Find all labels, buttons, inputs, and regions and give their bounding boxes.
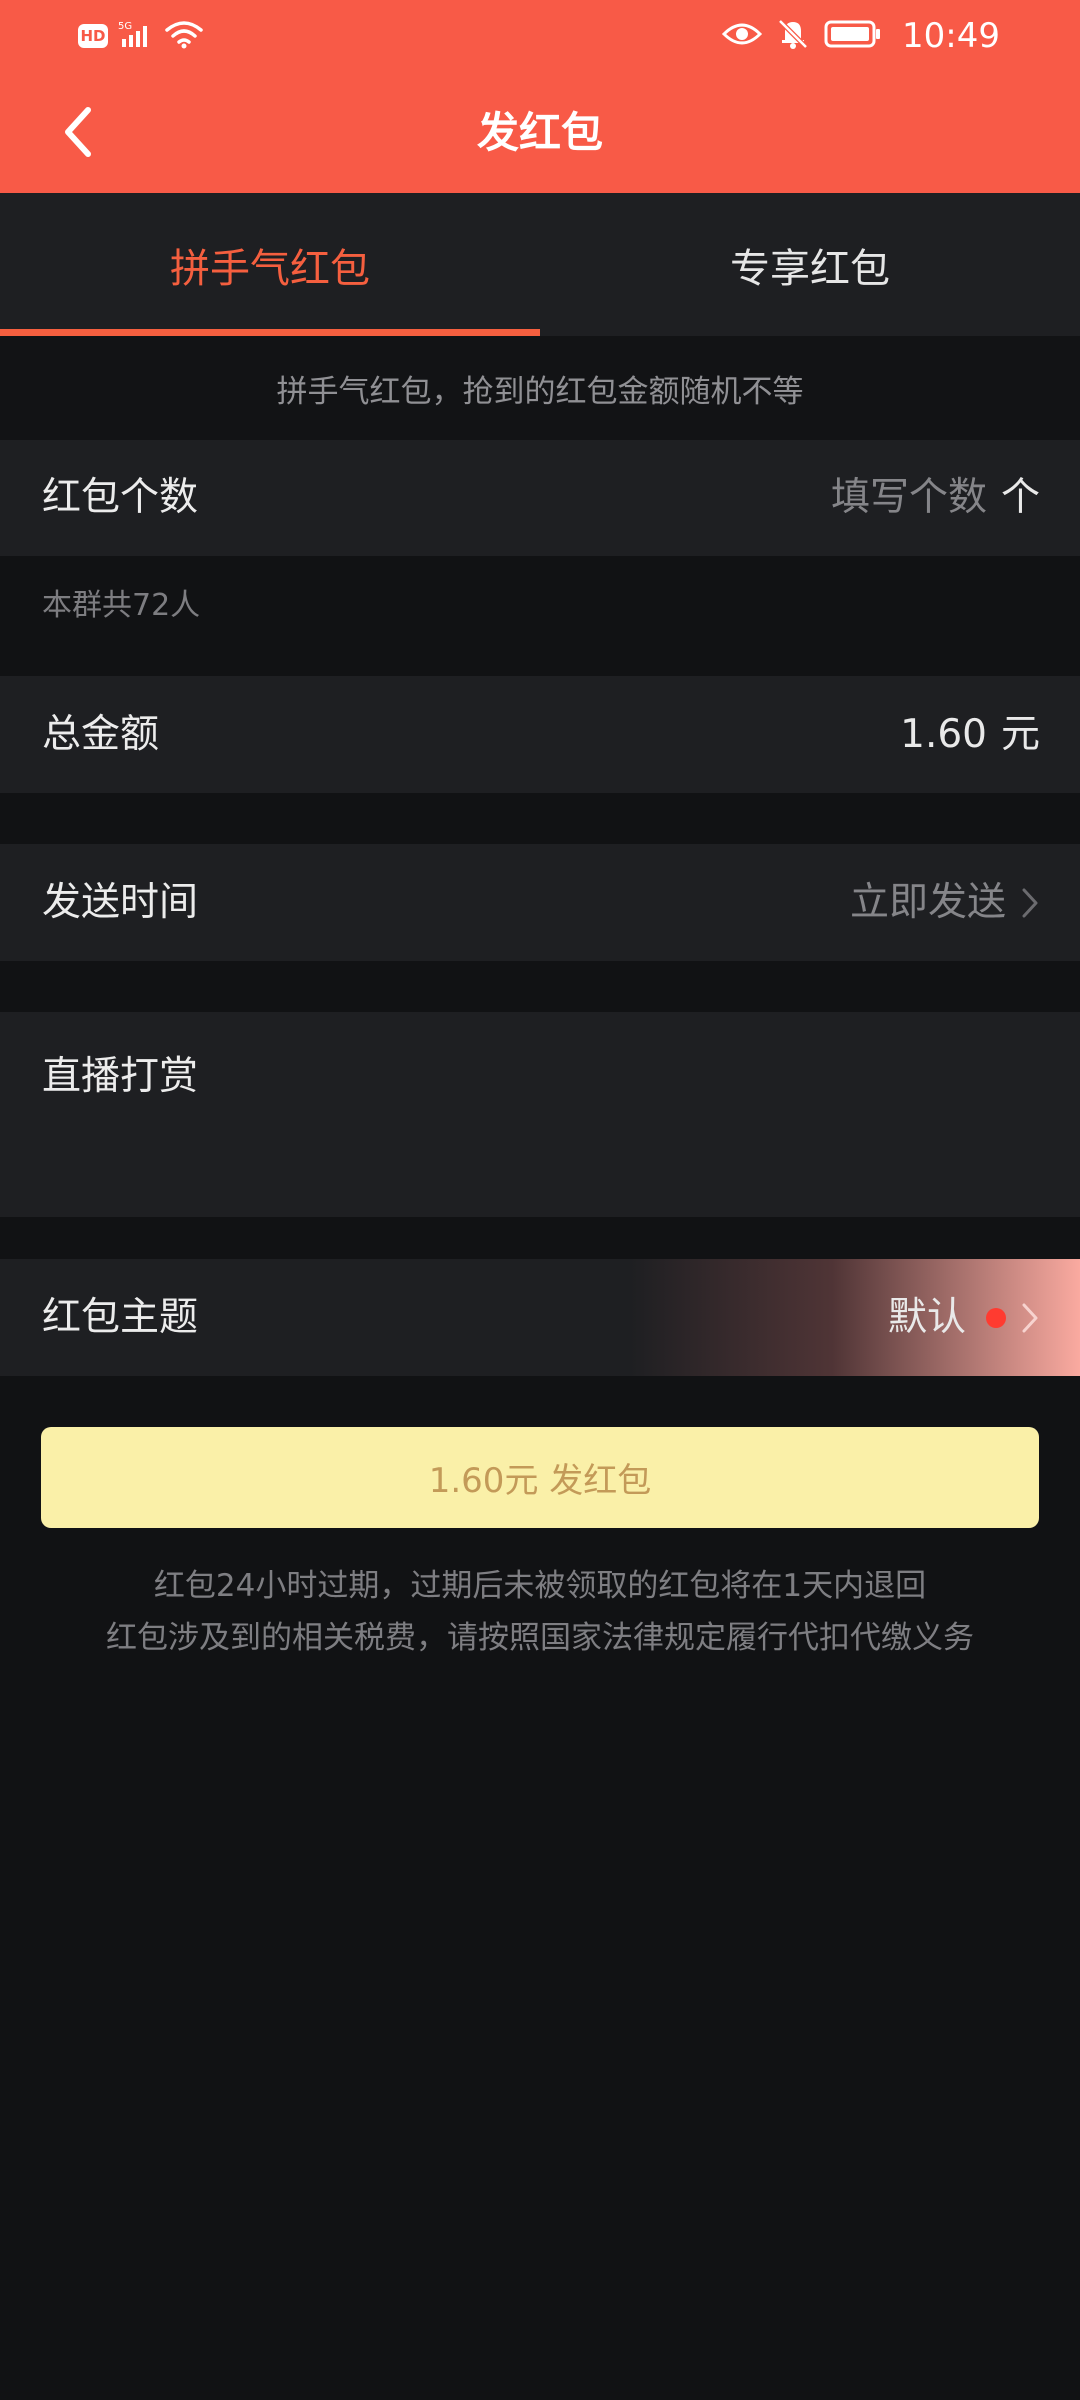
live-reward-label: 直播打赏 [42, 1054, 199, 1099]
mute-bell-icon [776, 18, 810, 54]
tab-exclusive-packet[interactable]: 专享红包 [540, 193, 1080, 336]
send-time-label: 发送时间 [42, 880, 199, 925]
tax-note: 红包涉及到的相关税费，请按照国家法律规定履行代扣代缴义务 [106, 1620, 974, 1656]
eye-icon [721, 20, 763, 52]
total-amount-label: 总金额 [42, 712, 160, 757]
wifi-icon [164, 19, 204, 53]
footer-notes: 红包24小时过期，过期后未被领取的红包将在1天内退回 红包涉及到的相关税费，请按… [0, 1560, 1080, 1664]
title-bar: 发红包 [0, 72, 1080, 193]
chevron-right-icon [1020, 886, 1040, 920]
chevron-right-icon [1020, 1301, 1040, 1335]
tab-label: 专享红包 [730, 245, 890, 292]
back-button[interactable] [40, 94, 116, 170]
packet-count-input[interactable]: 填写个数 [831, 440, 987, 556]
hd-icon: HD [78, 24, 108, 48]
packet-count-row[interactable]: 红包个数 填写个数 个 [0, 440, 1080, 556]
header: HD 5G 10:49 发红包 [0, 0, 1080, 193]
clock: 10:49 [902, 16, 1000, 56]
tab-description: 拼手气红包，抢到的红包金额随机不等 [0, 336, 1080, 440]
live-reward-section[interactable]: 直播打赏 [0, 1012, 1080, 1217]
packet-count-unit: 个 [1000, 475, 1040, 520]
new-badge-dot [986, 1307, 1006, 1328]
group-member-count: 本群共72人 [42, 588, 201, 623]
expiry-note: 红包24小时过期，过期后未被领取的红包将在1天内退回 [153, 1568, 927, 1604]
packet-theme-value: 默认 [887, 1295, 966, 1340]
active-tab-indicator [0, 329, 540, 336]
send-time-value: 立即发送 [849, 880, 1006, 925]
packet-theme-row[interactable]: 红包主题 默认 [0, 1259, 1080, 1376]
packet-theme-label: 红包主题 [42, 1295, 199, 1340]
total-amount-input[interactable]: 1.60 [900, 676, 987, 793]
packet-count-label: 红包个数 [42, 475, 199, 520]
battery-icon [824, 19, 882, 53]
send-time-row[interactable]: 发送时间 立即发送 [0, 844, 1080, 961]
tab-label: 拼手气红包 [170, 245, 370, 292]
tab-lucky-packet[interactable]: 拼手气红包 [0, 193, 540, 336]
chevron-left-icon [65, 107, 91, 157]
send-red-packet-button[interactable]: 1.60元 发红包 [41, 1427, 1039, 1528]
tab-bar: 拼手气红包 专享红包 [0, 193, 1080, 336]
status-bar: HD 5G 10:49 [0, 0, 1080, 72]
page-title: 发红包 [476, 108, 603, 157]
total-amount-row[interactable]: 总金额 1.60 元 [0, 676, 1080, 793]
signal-icon: 5G [118, 19, 154, 53]
total-amount-unit: 元 [1000, 712, 1040, 757]
network-type-label: 5G [118, 21, 132, 32]
